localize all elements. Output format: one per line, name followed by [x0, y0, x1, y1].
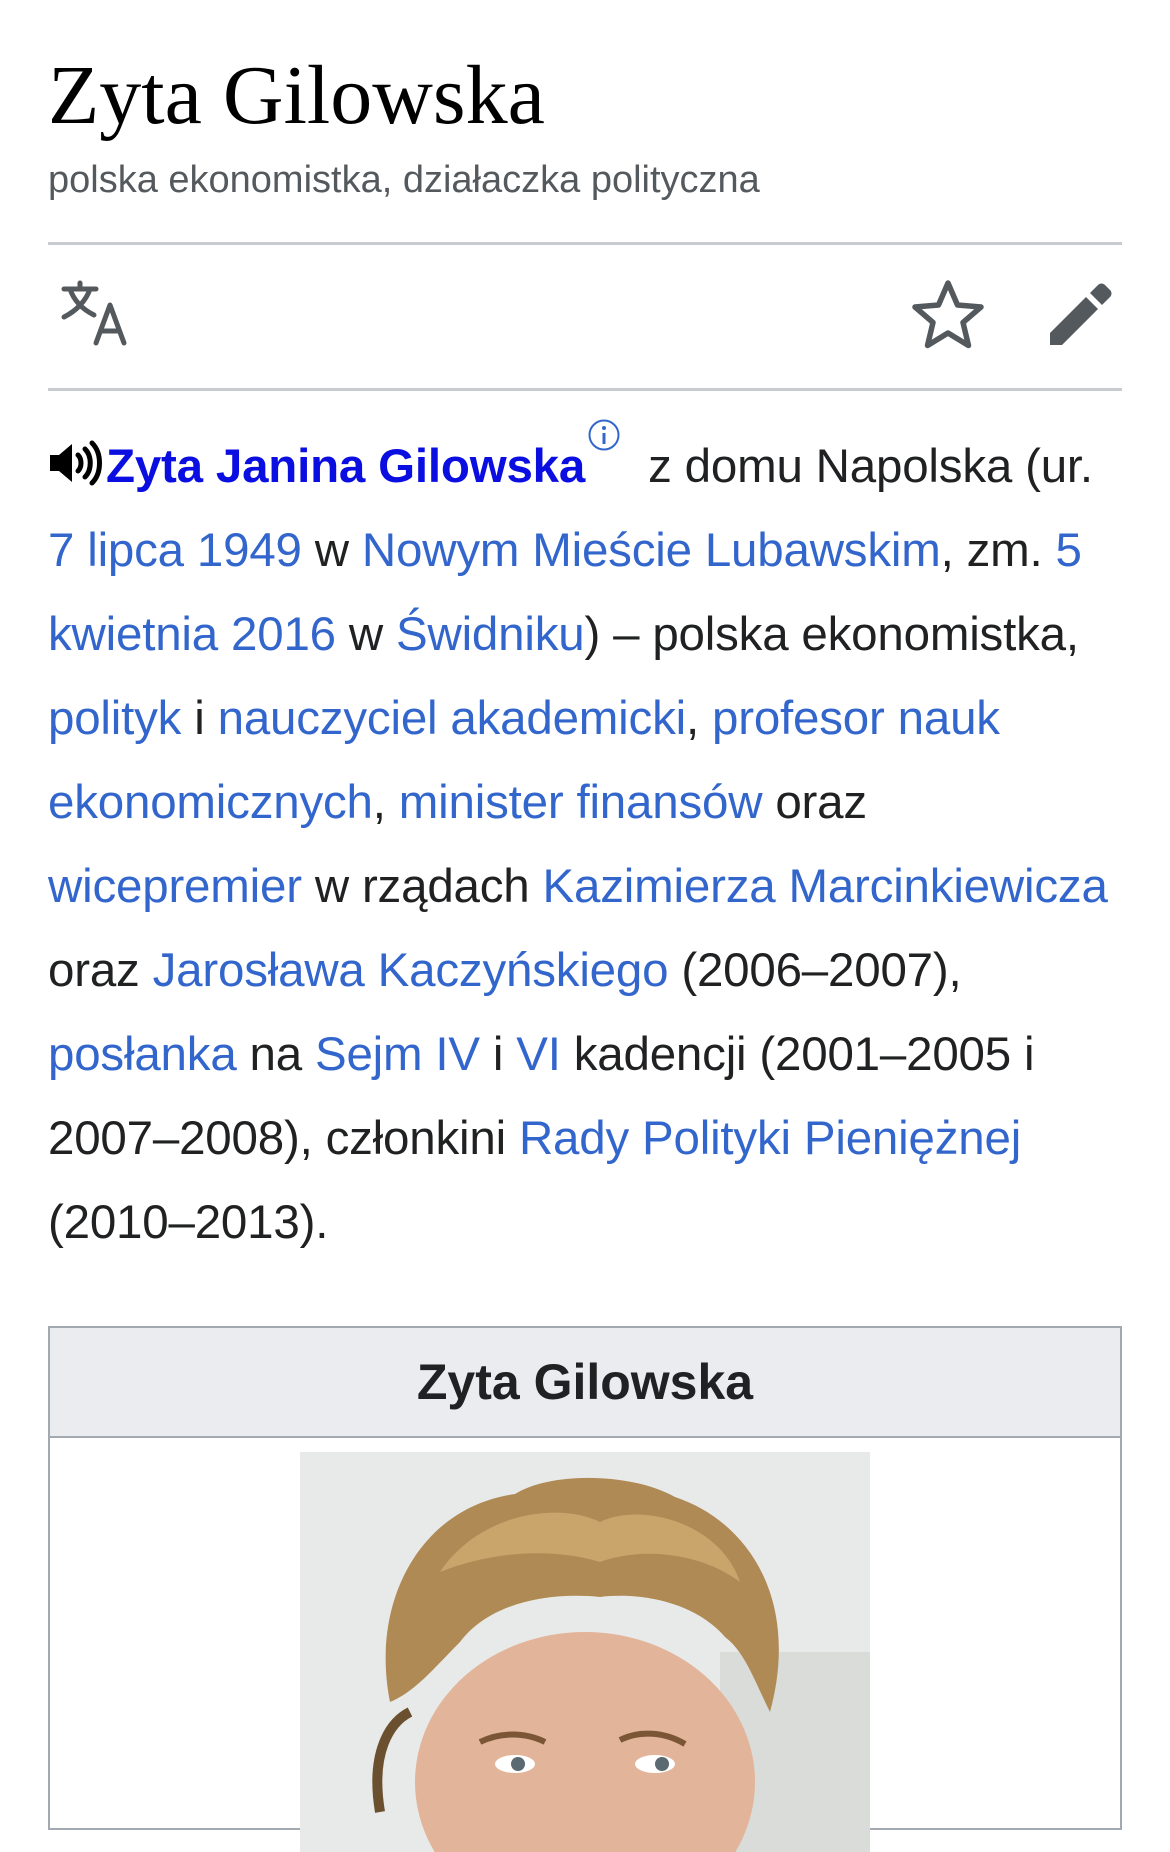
rpp-link[interactable]: Rady Polityki Pieniężnej	[519, 1112, 1021, 1165]
page-actions-toolbar	[48, 245, 1122, 388]
portrait-image[interactable]	[300, 1452, 870, 1852]
poslanka-link[interactable]: posłanka	[48, 1028, 237, 1081]
minister-finansow-link[interactable]: minister finansów	[399, 776, 763, 829]
lead-text: w rządach	[301, 860, 543, 913]
sejm-iv-link[interactable]: Sejm IV	[315, 1028, 480, 1081]
info-icon[interactable]	[587, 418, 621, 452]
speaker-icon[interactable]	[48, 440, 104, 486]
wicepremier-link[interactable]: wicepremier	[48, 860, 302, 913]
lead-text: w	[301, 524, 362, 577]
lead-text: ,	[685, 692, 712, 745]
lead-text: ,	[372, 776, 399, 829]
marcinkiewicz-link[interactable]: Kazimierza Marcinkiewicza	[543, 860, 1108, 913]
lead-text: i	[479, 1028, 517, 1081]
birth-place-link[interactable]: Nowym Mieście Lubawskim	[362, 524, 941, 577]
death-place-link[interactable]: Świdniku	[396, 608, 585, 661]
lead-text: (2006–2007),	[668, 944, 962, 997]
lead-text: z domu Napolska (ur.	[635, 440, 1093, 493]
translate-icon	[61, 280, 127, 346]
infobox-title: Zyta Gilowska	[50, 1328, 1120, 1438]
language-button[interactable]	[58, 275, 138, 355]
divider	[48, 388, 1122, 391]
birth-date-link[interactable]: 7 lipca 1949	[48, 524, 302, 577]
lead-text: na	[236, 1028, 315, 1081]
kaczynski-link[interactable]: Jarosława Kaczyńskiego	[153, 944, 669, 997]
polityk-link[interactable]: polityk	[48, 692, 181, 745]
nauczyciel-akademicki-link[interactable]: nauczyciel akademicki	[218, 692, 687, 745]
lead-text: ) – polska ekonomistka,	[584, 608, 1079, 661]
edit-button[interactable]	[1040, 275, 1120, 355]
page-title: Zyta Gilowska	[48, 49, 545, 142]
lead-text: , zm.	[940, 524, 1056, 577]
page-description: polska ekonomistka, działaczka polityczn…	[48, 159, 760, 201]
portrait-photo	[300, 1452, 870, 1852]
pencil-icon	[1050, 283, 1112, 345]
audio-name-link[interactable]: Zyta Janina Gilowska	[106, 440, 585, 493]
lead-text: (2010–2013).	[48, 1196, 329, 1249]
lead-text: i	[181, 692, 218, 745]
star-icon	[912, 280, 984, 349]
lead-text: w	[335, 608, 396, 661]
lead-text: oraz	[48, 944, 153, 997]
infobox: Zyta Gilowska	[48, 1326, 1122, 1852]
lead-paragraph: Zyta Janina Gilowska z domu Napolska (ur…	[48, 418, 1122, 1265]
lead-text: oraz	[762, 776, 867, 829]
watch-button[interactable]	[908, 275, 988, 355]
sejm-vi-link[interactable]: VI	[516, 1028, 561, 1081]
